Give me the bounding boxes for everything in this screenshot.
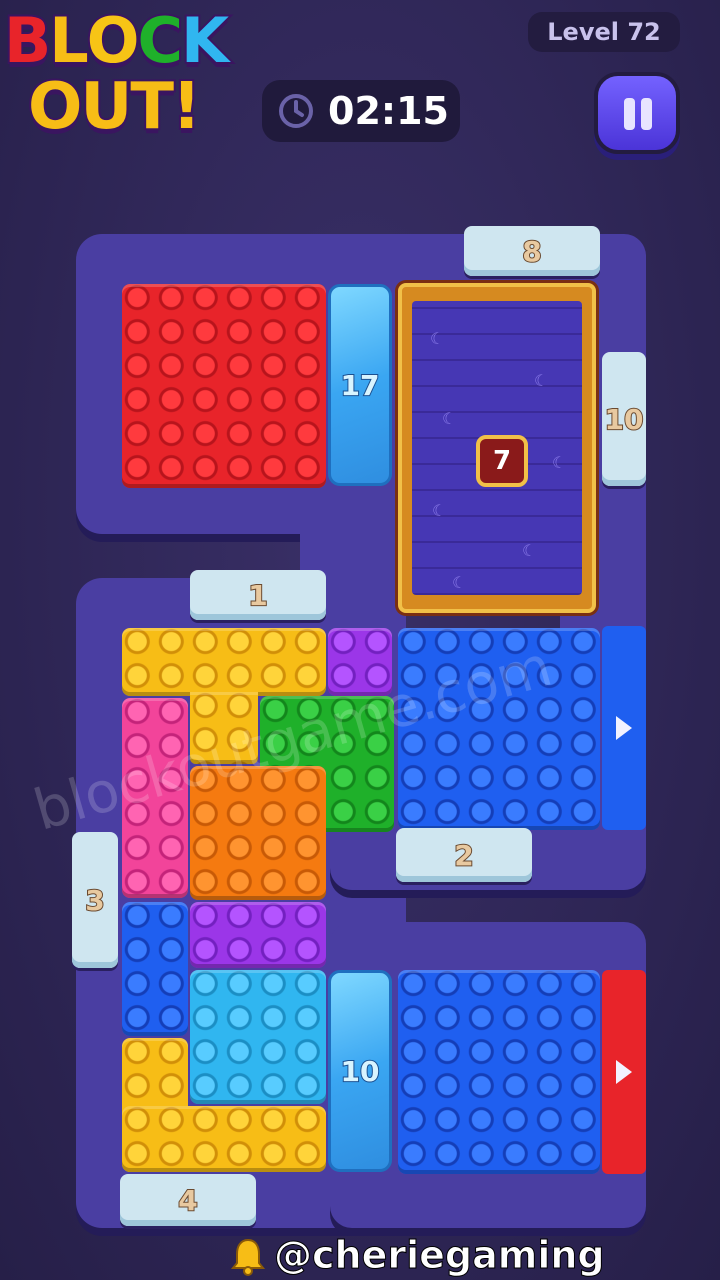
ice-block-17[interactable]: 17 bbox=[328, 284, 392, 486]
logo-letter: T bbox=[128, 68, 176, 146]
logo-letter: C bbox=[136, 2, 185, 79]
gate-count: 1 bbox=[247, 578, 269, 613]
logo-letter: B bbox=[2, 2, 53, 79]
handle-text: @cheriegaming bbox=[274, 1233, 606, 1278]
timer-value: 02:15 bbox=[328, 89, 449, 133]
red-block[interactable] bbox=[122, 284, 326, 488]
crate-counter: 7 bbox=[476, 435, 528, 487]
logo-line-2: OUT! bbox=[26, 68, 203, 146]
clock-icon bbox=[279, 94, 313, 128]
logo-letter: O bbox=[26, 68, 84, 146]
timer: 02:15 bbox=[262, 80, 460, 142]
gate-middle-left: 1 bbox=[190, 570, 326, 620]
logo-letter: ! bbox=[170, 68, 203, 146]
gate-count: 2 bbox=[453, 838, 475, 873]
logo-letter: L bbox=[47, 2, 90, 79]
ice-count: 17 bbox=[340, 368, 381, 403]
logo-letter: U bbox=[78, 68, 134, 146]
moon-icon: ☾ bbox=[534, 371, 549, 390]
gate-count: 3 bbox=[84, 883, 106, 918]
gate-middle-center: 2 bbox=[396, 828, 532, 882]
moon-icon: ☾ bbox=[552, 453, 567, 472]
gate-count: 4 bbox=[177, 1183, 199, 1218]
logo-letter: K bbox=[179, 2, 231, 79]
cyan-block[interactable] bbox=[190, 970, 326, 1104]
bell-icon bbox=[230, 1236, 266, 1276]
red-exit bbox=[602, 970, 646, 1174]
ice-block-10[interactable]: 10 bbox=[328, 970, 392, 1172]
crate-count: 7 bbox=[492, 446, 512, 476]
logo-letter: O bbox=[85, 2, 142, 79]
blue-block-lower[interactable] bbox=[398, 970, 600, 1174]
game-logo: BLOCK OUT! bbox=[0, 0, 265, 160]
yellow-block-bottom[interactable] bbox=[122, 1106, 326, 1172]
level-indicator: Level 72 bbox=[528, 12, 680, 52]
gate-count: 10 bbox=[604, 402, 645, 437]
moon-icon: ☾ bbox=[452, 573, 467, 592]
level-label: Level 72 bbox=[547, 18, 661, 46]
moon-icon: ☾ bbox=[432, 501, 447, 520]
wooden-crate[interactable]: ☾ ☾ ☾ ☾ ☾ ☾ ☾ 7 bbox=[398, 283, 596, 613]
purple-block-bar[interactable] bbox=[190, 902, 326, 968]
blue-block-narrow[interactable] bbox=[122, 902, 188, 1036]
blue-exit bbox=[602, 626, 646, 830]
ice-count: 10 bbox=[340, 1054, 381, 1089]
arrow-right-icon bbox=[616, 716, 632, 740]
moon-icon: ☾ bbox=[442, 409, 457, 428]
moon-icon: ☾ bbox=[430, 329, 445, 348]
gate-count: 8 bbox=[521, 234, 543, 269]
gate-right-upper: 10 bbox=[602, 352, 646, 486]
logo-line-1: BLOCK bbox=[2, 2, 231, 79]
moon-icon: ☾ bbox=[522, 541, 537, 560]
arrow-right-icon bbox=[616, 1060, 632, 1084]
yellow-block-top[interactable] bbox=[122, 628, 326, 696]
pause-button[interactable] bbox=[594, 72, 680, 154]
gate-top-right: 8 bbox=[464, 226, 600, 276]
gate-left-side: 3 bbox=[72, 832, 118, 968]
creator-handle: @cheriegaming bbox=[230, 1232, 605, 1278]
gate-bottom-left: 4 bbox=[120, 1174, 256, 1226]
